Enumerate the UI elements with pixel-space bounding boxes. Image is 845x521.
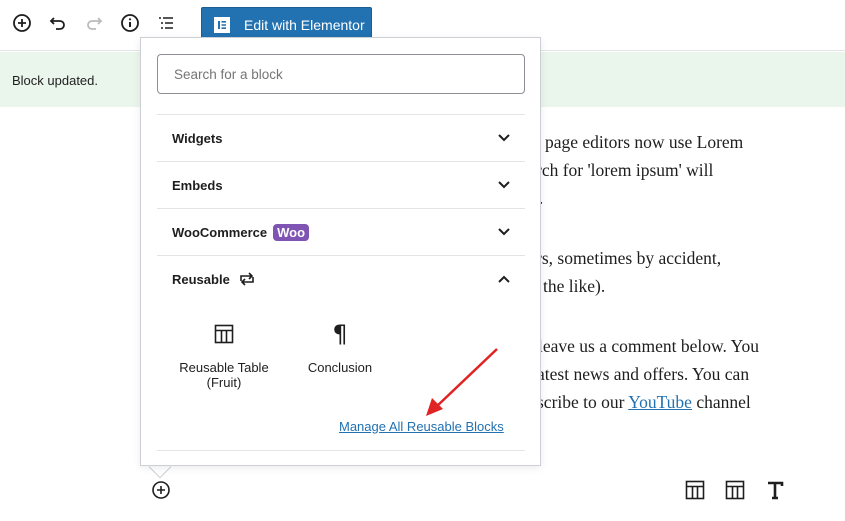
table-icon[interactable]	[725, 480, 745, 505]
add-block-icon[interactable]	[11, 12, 33, 34]
woo-logo: Woo	[273, 223, 310, 241]
content-line: the like).	[543, 276, 606, 296]
content-line: page editors now use Lorem	[545, 132, 744, 152]
section-woocommerce[interactable]: WooCommerce Woo	[157, 208, 525, 255]
content-line: atest news and offers. You can	[537, 364, 750, 384]
section-embeds[interactable]: Embeds	[157, 161, 525, 208]
content-line: rs, sometimes by accident,	[536, 248, 722, 268]
chevron-down-icon	[498, 134, 510, 142]
divider	[157, 450, 525, 451]
table-icon[interactable]	[685, 480, 705, 505]
content-line: scribe to our YouTube channel	[537, 392, 751, 412]
chevron-up-icon	[498, 275, 510, 283]
content-line: rch for 'lorem ipsum' will	[536, 160, 714, 180]
manage-reusable-blocks-link[interactable]: Manage All Reusable Blocks	[339, 419, 504, 434]
chevron-down-icon	[498, 181, 510, 189]
annotation-arrow	[426, 348, 498, 416]
info-icon[interactable]	[119, 12, 141, 34]
heading-icon[interactable]	[765, 480, 785, 505]
block-search-input[interactable]	[157, 54, 525, 94]
section-reusable[interactable]: Reusable	[157, 255, 525, 302]
reusable-block-item[interactable]: Reusable Table (Fruit)	[169, 316, 279, 390]
paragraph-icon: ¶	[332, 320, 348, 348]
youtube-link[interactable]: YouTube	[628, 392, 692, 412]
chevron-down-icon	[498, 228, 510, 236]
undo-icon[interactable]	[47, 12, 69, 34]
outline-icon[interactable]	[155, 12, 177, 34]
content-line: leave us a comment below. You	[538, 336, 759, 356]
section-widgets[interactable]: Widgets	[157, 114, 525, 161]
redo-icon[interactable]	[83, 12, 105, 34]
add-block-icon[interactable]	[151, 480, 171, 505]
elementor-logo-icon	[214, 17, 230, 33]
table-icon	[214, 324, 234, 344]
reusable-block-item[interactable]: ¶ Conclusion	[285, 316, 395, 375]
reusable-icon	[240, 272, 254, 286]
